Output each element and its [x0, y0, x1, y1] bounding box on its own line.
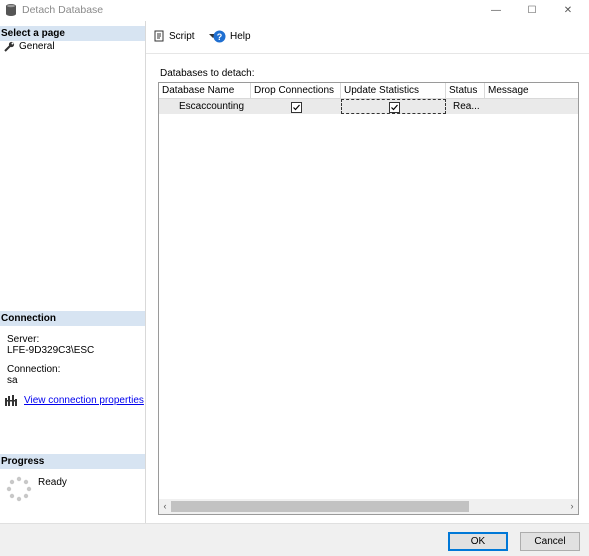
wrench-icon [4, 41, 15, 52]
drop-connections-checkbox[interactable] [291, 102, 302, 113]
help-label: Help [230, 31, 251, 42]
status-cell: Rea... [453, 101, 480, 112]
server-label: Server: [7, 334, 40, 345]
connection-properties-icon [5, 395, 17, 406]
progress-spinner-icon [6, 476, 32, 502]
server-value: LFE-9D329C3\ESC [7, 345, 95, 356]
column-header-database-name[interactable]: Database Name [159, 83, 251, 98]
svg-text:?: ? [217, 32, 223, 42]
database-icon [6, 4, 16, 16]
help-icon: ? [213, 30, 226, 43]
table-row[interactable]: Escaccounting Rea... [159, 99, 578, 114]
ok-label: OK [470, 536, 486, 547]
minimize-button[interactable]: — [478, 0, 514, 20]
select-page-header: Select a page [0, 26, 145, 41]
column-header-status[interactable]: Status [446, 83, 485, 98]
page-item-label: General [19, 41, 55, 52]
scroll-left-icon[interactable]: ‹ [159, 499, 171, 514]
connection-label: Connection: [7, 364, 61, 375]
column-header-update-statistics[interactable]: Update Statistics [341, 83, 446, 98]
minimize-icon: — [491, 4, 501, 16]
column-header-drop-connections[interactable]: Drop Connections [251, 83, 341, 98]
script-button[interactable]: Script [154, 30, 217, 42]
databases-grid[interactable]: Database Name Drop Connections Update St… [158, 82, 579, 515]
scroll-right-icon[interactable]: › [566, 499, 578, 514]
toolbar: Script ? Help [146, 21, 589, 54]
grid-header: Database Name Drop Connections Update St… [159, 83, 578, 99]
connection-value: sa [7, 375, 18, 386]
checkmark-icon [293, 104, 300, 111]
scrollbar-thumb[interactable] [171, 501, 469, 512]
close-icon: ✕ [563, 4, 573, 16]
maximize-button[interactable]: ☐ [514, 0, 550, 20]
close-button[interactable]: ✕ [550, 0, 586, 20]
view-connection-properties[interactable]: View connection properties [5, 395, 144, 406]
window-title: Detach Database [22, 4, 104, 16]
help-button[interactable]: ? Help [213, 30, 251, 43]
column-header-message[interactable]: Message [485, 83, 578, 98]
maximize-icon: ☐ [527, 4, 537, 16]
script-icon [154, 30, 164, 42]
checkmark-icon [391, 104, 398, 111]
cancel-button[interactable]: Cancel [520, 532, 580, 551]
update-statistics-checkbox[interactable] [389, 102, 400, 113]
database-name-cell: Escaccounting [179, 101, 245, 112]
view-connection-properties-link[interactable]: View connection properties [24, 395, 144, 406]
connection-header: Connection [0, 311, 145, 326]
horizontal-scrollbar[interactable]: ‹ › [159, 499, 578, 514]
cancel-label: Cancel [534, 536, 566, 547]
page-item-general[interactable]: General [4, 41, 55, 52]
left-pane: Select a page General Connection Server:… [0, 21, 146, 523]
progress-header: Progress [0, 454, 145, 469]
databases-to-detach-label: Databases to detach: [160, 68, 255, 79]
message-cell [489, 99, 577, 114]
title-bar: Detach Database — ☐ ✕ [0, 0, 589, 20]
script-label: Script [169, 30, 195, 42]
progress-status: Ready [38, 477, 67, 488]
dialog-button-bar: OK Cancel [0, 523, 589, 556]
ok-button[interactable]: OK [448, 532, 508, 551]
